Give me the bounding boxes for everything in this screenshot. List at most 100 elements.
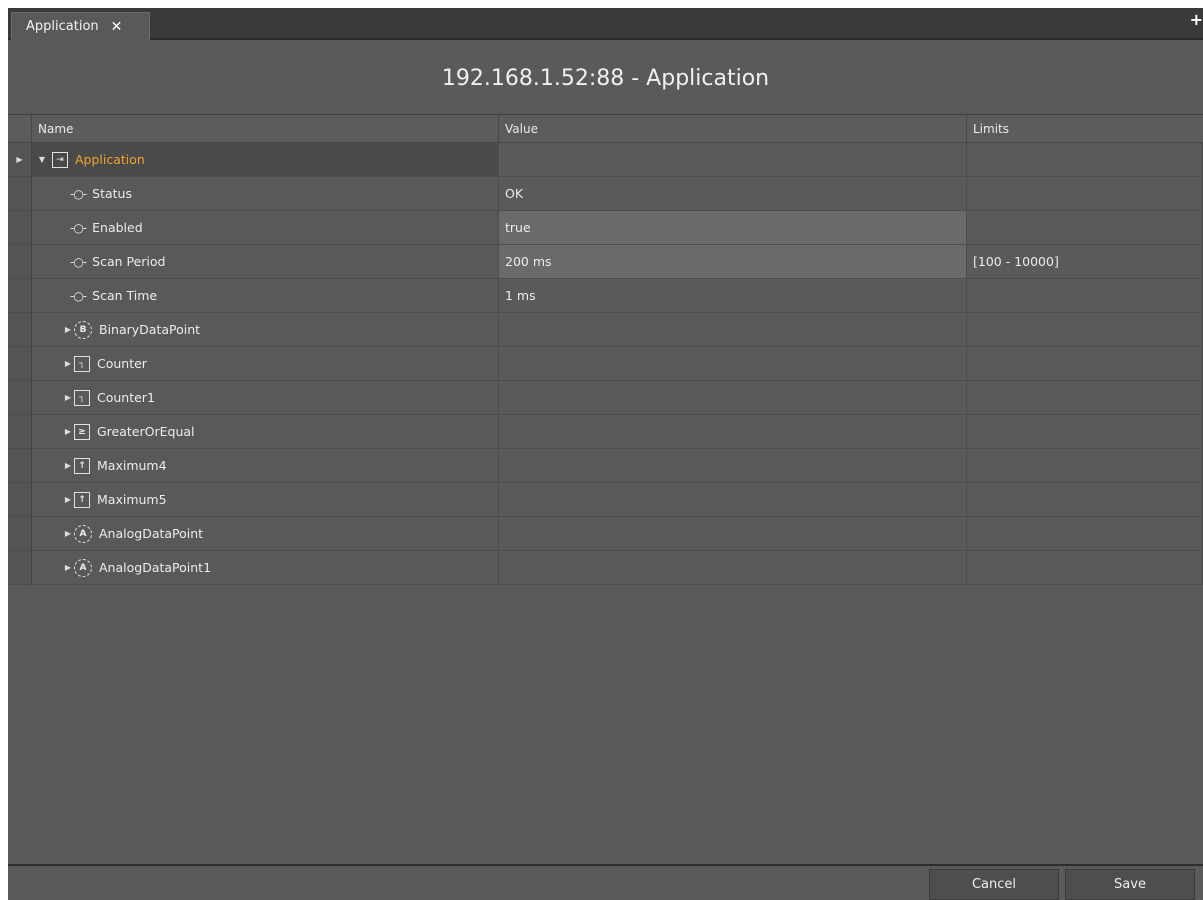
tree-row-counter1[interactable]: ▶ ┐ Counter1 <box>8 381 1203 415</box>
tree-row-analogdatapoint[interactable]: ▶ A AnalogDataPoint <box>8 517 1203 551</box>
name-cell: -○- Scan Period <box>32 245 499 279</box>
property-icon: -○- <box>70 254 87 269</box>
tree-row-counter[interactable]: ▶ ┐ Counter <box>8 347 1203 381</box>
name-cell: ▶ A AnalogDataPoint <box>32 517 499 551</box>
name-cell: ▶ A AnalogDataPoint1 <box>32 551 499 585</box>
tree-item-label: GreaterOrEqual <box>97 424 195 439</box>
binary-datapoint-icon: B <box>74 320 92 339</box>
tree-item-label: Application <box>75 152 145 167</box>
row-selector[interactable]: ▶ <box>8 143 32 177</box>
value-cell <box>499 347 967 381</box>
expand-arrow-icon[interactable]: ▶ <box>62 359 74 368</box>
analog-datapoint-icon: A <box>74 524 92 543</box>
property-row-status[interactable]: -○- Status OK <box>8 177 1203 211</box>
tree-row-application[interactable]: ▶ ▼ ⇥ Application <box>8 143 1203 177</box>
tree-item-label: Counter1 <box>97 390 155 405</box>
save-button[interactable]: Save <box>1065 869 1195 900</box>
name-cell: ▶ ┐ Counter <box>32 347 499 381</box>
close-icon[interactable]: ✕ <box>111 19 123 35</box>
limits-cell <box>967 483 1203 517</box>
tab-bar: Application ✕ + <box>8 8 1203 40</box>
row-selector[interactable] <box>8 449 32 483</box>
expand-arrow-icon[interactable]: ▶ <box>62 393 74 402</box>
column-header-value[interactable]: Value <box>499 115 967 143</box>
name-cell: ▶ ┐ Counter1 <box>32 381 499 415</box>
property-row-enabled[interactable]: -○- Enabled true <box>8 211 1203 245</box>
property-icon: -○- <box>70 186 87 201</box>
grid-header: Name Value Limits <box>8 115 1203 143</box>
name-cell: ▶ ↑ Maximum4 <box>32 449 499 483</box>
row-selector[interactable] <box>8 177 32 211</box>
property-label: Scan Period <box>92 254 166 269</box>
tree-item-label: Maximum5 <box>97 492 167 507</box>
value-cell <box>499 551 967 585</box>
row-selector[interactable] <box>8 347 32 381</box>
property-row-scan-period[interactable]: -○- Scan Period 200 ms [100 - 10000] <box>8 245 1203 279</box>
property-label: Status <box>92 186 132 201</box>
application-window: Application ✕ + 192.168.1.52:88 - Applic… <box>8 8 1203 900</box>
page-title: 192.168.1.52:88 - Application <box>441 65 770 91</box>
expand-arrow-icon[interactable]: ▶ <box>62 563 74 572</box>
value-cell <box>499 449 967 483</box>
expand-arrow-icon[interactable]: ▶ <box>62 461 74 470</box>
name-cell: -○- Status <box>32 177 499 211</box>
limits-cell <box>967 211 1203 245</box>
tree-item-label: Maximum4 <box>97 458 167 473</box>
limits-cell <box>967 381 1203 415</box>
tab-label: Application <box>26 19 99 34</box>
tree-row-maximum5[interactable]: ▶ ↑ Maximum5 <box>8 483 1203 517</box>
limits-cell <box>967 313 1203 347</box>
value-cell <box>499 517 967 551</box>
counter-icon: ┐ <box>74 355 90 372</box>
value-input[interactable]: 200 ms <box>499 245 967 279</box>
maximum-icon: ↑ <box>74 491 90 508</box>
property-label: Scan Time <box>92 288 158 303</box>
row-selector[interactable] <box>8 551 32 585</box>
tree-item-label: AnalogDataPoint <box>99 526 204 541</box>
name-cell: -○- Scan Time <box>32 279 499 313</box>
value-input[interactable]: true <box>499 211 967 245</box>
tree-row-analogdatapoint1[interactable]: ▶ A AnalogDataPoint1 <box>8 551 1203 585</box>
dialog-footer: Cancel Save <box>8 866 1203 900</box>
tree-item-label: AnalogDataPoint1 <box>99 560 212 575</box>
row-selector[interactable] <box>8 483 32 517</box>
tree-row-binarydatapoint[interactable]: ▶ B BinaryDataPoint <box>8 313 1203 347</box>
row-selector[interactable] <box>8 517 32 551</box>
limits-cell <box>967 551 1203 585</box>
expand-arrow-icon[interactable]: ▶ <box>62 495 74 504</box>
name-cell: ▶ B BinaryDataPoint <box>32 313 499 347</box>
limits-cell <box>967 517 1203 551</box>
row-selector[interactable] <box>8 381 32 415</box>
limits-cell <box>967 347 1203 381</box>
value-cell: OK <box>499 177 967 211</box>
expand-arrow-icon[interactable]: ▶ <box>62 427 74 436</box>
row-selector[interactable] <box>8 415 32 449</box>
expand-arrow-icon[interactable]: ▶ <box>62 529 74 538</box>
row-selector[interactable] <box>8 211 32 245</box>
tree-row-greaterorequal[interactable]: ▶ ≥ GreaterOrEqual <box>8 415 1203 449</box>
value-cell <box>499 143 967 177</box>
header-selector <box>8 115 32 143</box>
value-cell <box>499 381 967 415</box>
value-cell: 1 ms <box>499 279 967 313</box>
application-icon: ⇥ <box>52 151 68 168</box>
limits-cell <box>967 279 1203 313</box>
column-header-limits[interactable]: Limits <box>967 115 1203 143</box>
row-selector[interactable] <box>8 245 32 279</box>
row-selector[interactable] <box>8 313 32 347</box>
plus-icon[interactable]: + <box>1190 10 1203 29</box>
tree-row-maximum4[interactable]: ▶ ↑ Maximum4 <box>8 449 1203 483</box>
collapse-arrow-icon[interactable]: ▼ <box>36 155 48 164</box>
value-cell <box>499 313 967 347</box>
cancel-button[interactable]: Cancel <box>929 869 1059 900</box>
property-grid: Name Value Limits ▶ ▼ ⇥ Application -○- … <box>8 114 1203 866</box>
column-header-name[interactable]: Name <box>32 115 499 143</box>
row-selector[interactable] <box>8 279 32 313</box>
limits-cell <box>967 415 1203 449</box>
name-cell: ▶ ≥ GreaterOrEqual <box>32 415 499 449</box>
property-row-scan-time[interactable]: -○- Scan Time 1 ms <box>8 279 1203 313</box>
expand-arrow-icon[interactable]: ▶ <box>62 325 74 334</box>
limits-cell <box>967 449 1203 483</box>
property-label: Enabled <box>92 220 143 235</box>
tab-application[interactable]: Application ✕ <box>11 12 150 40</box>
